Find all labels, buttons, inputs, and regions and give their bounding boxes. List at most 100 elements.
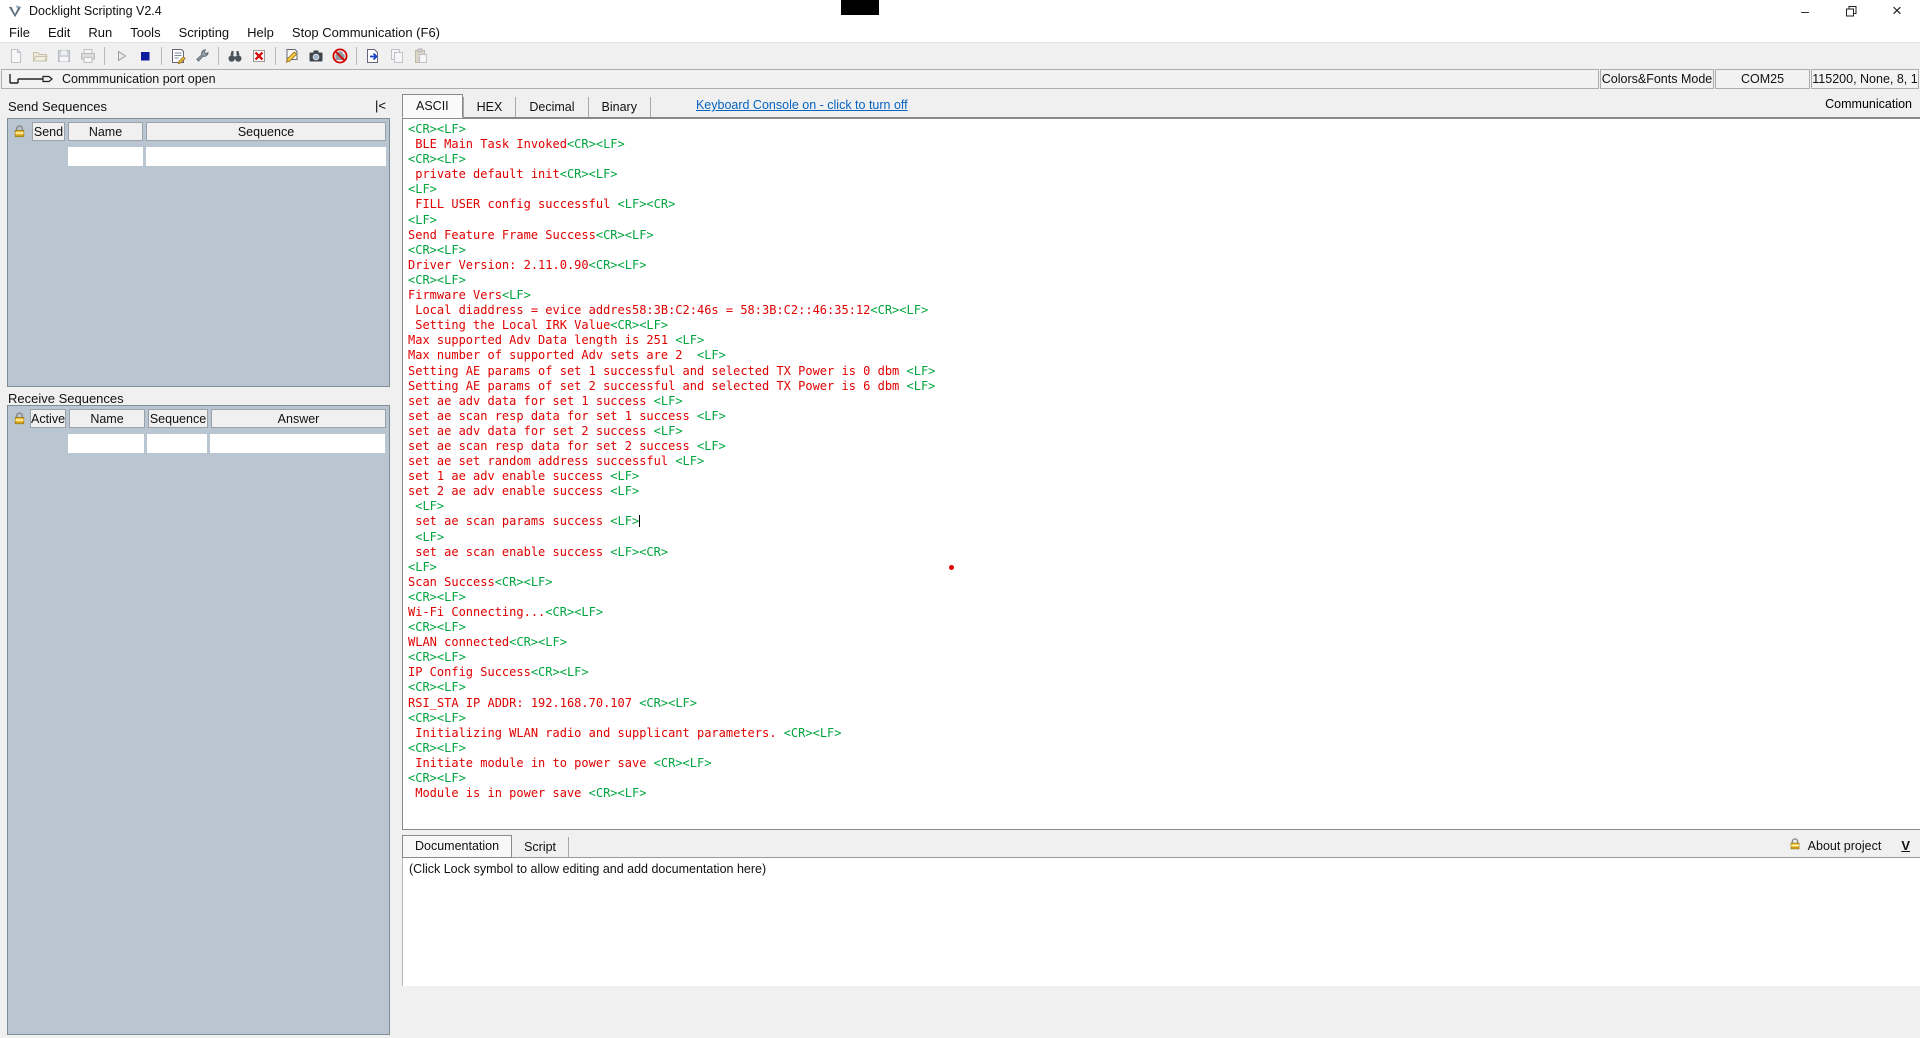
- terminal-line: set ae scan resp data for set 1 success …: [408, 409, 1920, 424]
- menu-item[interactable]: File: [0, 23, 39, 42]
- receive-sequences-table: ActiveNameSequenceAnswer: [7, 405, 390, 1035]
- com-parameters-panel[interactable]: 115200, None, 8, 1: [1811, 69, 1919, 89]
- close-button[interactable]: ×: [1874, 0, 1920, 22]
- run-script-button[interactable]: [109, 45, 133, 67]
- tab-hex[interactable]: HEX: [463, 97, 517, 117]
- stop-communication-button[interactable]: [328, 45, 352, 67]
- terminal-line: RSI_STA IP ADDR: 192.168.70.107 <CR><LF>: [408, 696, 1920, 711]
- export-data-button[interactable]: [361, 45, 385, 67]
- receive-table-header: ActiveNameSequenceAnswer: [30, 409, 389, 428]
- terminal-line: Firmware Vers<LF>: [408, 288, 1920, 303]
- colors-fonts-mode-panel[interactable]: Colors&Fonts Mode: [1600, 69, 1714, 89]
- terminal-line: <CR><LF>: [408, 273, 1920, 288]
- send-column-header[interactable]: Sequence: [146, 122, 386, 141]
- receive-column-header[interactable]: Name: [69, 409, 145, 428]
- terminal-line: Setting the Local IRK Value<CR><LF>: [408, 318, 1920, 333]
- receive-answer-input[interactable]: [210, 434, 385, 453]
- project-settings-button[interactable]: [166, 45, 190, 67]
- terminal-line: <CR><LF>: [408, 122, 1920, 137]
- terminal-line: Scan Success<CR><LF>: [408, 575, 1920, 590]
- terminal-line: Local diaddress = evice addres58:3B:C2:4…: [408, 303, 1920, 318]
- menu-item[interactable]: Help: [238, 23, 283, 42]
- terminal-output: <CR><LF> BLE Main Task Invoked<CR><LF><C…: [408, 122, 1920, 801]
- terminal-panel[interactable]: <CR><LF> BLE Main Task Invoked<CR><LF><C…: [402, 118, 1920, 830]
- terminal-line: <CR><LF>: [408, 711, 1920, 726]
- documentation-lock-icon[interactable]: [1788, 837, 1802, 854]
- save-file-button[interactable]: [52, 45, 76, 67]
- terminal-line: Module is in power save <CR><LF>: [408, 786, 1920, 801]
- restore-icon: [1846, 6, 1857, 17]
- open-file-button[interactable]: [28, 45, 52, 67]
- terminal-line: <CR><LF>: [408, 590, 1920, 605]
- terminal-line: set ae adv data for set 2 success <LF>: [408, 424, 1920, 439]
- terminal-line: private default init<CR><LF>: [408, 167, 1920, 182]
- copy-button[interactable]: [385, 45, 409, 67]
- terminal-line: Initializing WLAN radio and supplicant p…: [408, 726, 1920, 741]
- edit-mode-button[interactable]: [280, 45, 304, 67]
- menu-item[interactable]: Scripting: [170, 23, 239, 42]
- menu-item[interactable]: Tools: [121, 23, 169, 42]
- print-button[interactable]: [76, 45, 100, 67]
- terminal-line: <LF>: [408, 499, 1920, 514]
- send-sequence-input[interactable]: [146, 147, 386, 166]
- restore-button[interactable]: [1828, 0, 1874, 22]
- receive-column-header[interactable]: Active: [30, 409, 66, 428]
- keyboard-console-link[interactable]: Keyboard Console on - click to turn off: [696, 98, 908, 112]
- toolbar-separator: [104, 47, 105, 65]
- minimize-button[interactable]: –: [1782, 0, 1828, 22]
- send-lock-icon[interactable]: [12, 124, 32, 139]
- find-sequence-button[interactable]: [223, 45, 247, 67]
- documentation-area[interactable]: (Click Lock symbol to allow editing and …: [402, 858, 1920, 986]
- stop-script-button[interactable]: [133, 45, 157, 67]
- receive-column-header[interactable]: Sequence: [148, 409, 208, 428]
- terminal-line: set ae adv data for set 1 success <LF>: [408, 394, 1920, 409]
- receive-column-header[interactable]: Answer: [211, 409, 386, 428]
- receive-sequence-input[interactable]: [147, 434, 207, 453]
- sidebar-collapse-button[interactable]: |<: [372, 97, 389, 114]
- tab-decimal[interactable]: Decimal: [516, 97, 588, 117]
- send-table-header: SendNameSequence: [32, 122, 389, 141]
- terminal-line: WLAN connected<CR><LF>: [408, 635, 1920, 650]
- terminal-line: Setting AE params of set 1 successful an…: [408, 364, 1920, 379]
- menu-item[interactable]: Stop Communication (F6): [283, 23, 449, 42]
- terminal-line: Send Feature Frame Success<CR><LF>: [408, 228, 1920, 243]
- tab-documentation[interactable]: Documentation: [402, 835, 512, 858]
- new-file-button[interactable]: [4, 45, 28, 67]
- com-port-panel[interactable]: COM25: [1715, 69, 1810, 89]
- toolbar-separator: [356, 47, 357, 65]
- send-name-input[interactable]: [68, 147, 143, 166]
- window-controls: – ×: [1782, 0, 1920, 22]
- receive-lock-icon[interactable]: [12, 411, 30, 426]
- communication-label: Communication: [1825, 97, 1912, 111]
- tab-binary[interactable]: Binary: [589, 97, 651, 117]
- receive-name-input[interactable]: [68, 434, 144, 453]
- menu-item[interactable]: Run: [79, 23, 121, 42]
- stray-red-dot: [949, 565, 954, 570]
- terminal-line: <LF>: [408, 213, 1920, 228]
- about-project-link[interactable]: About project: [1808, 839, 1882, 853]
- paste-button[interactable]: [409, 45, 433, 67]
- snapshot-button[interactable]: [304, 45, 328, 67]
- terminal-line: set 1 ae adv enable success <LF>: [408, 469, 1920, 484]
- options-wrench-button[interactable]: [190, 45, 214, 67]
- terminal-line: <LF>: [408, 530, 1920, 545]
- terminal-line: <LF>: [408, 182, 1920, 197]
- send-column-header[interactable]: Name: [68, 122, 143, 141]
- tab-ascii[interactable]: ASCII: [402, 94, 463, 118]
- terminal-line: set ae scan enable success <LF><CR>: [408, 545, 1920, 560]
- panel-collapse-button[interactable]: V: [1901, 838, 1910, 853]
- receive-sequences-title: Receive Sequences: [8, 391, 124, 406]
- docklight-window: { "window": { "title": "Docklight Script…: [0, 0, 1920, 1038]
- tab-script[interactable]: Script: [512, 837, 569, 857]
- toolbar: [0, 42, 1920, 68]
- terminal-line: <CR><LF>: [408, 152, 1920, 167]
- clear-display-button[interactable]: [247, 45, 271, 67]
- terminal-line: <CR><LF>: [408, 771, 1920, 786]
- status-message: Commmunication port open: [62, 72, 216, 86]
- menu-item[interactable]: Edit: [39, 23, 79, 42]
- terminal-line: FILL USER config successful <LF><CR>: [408, 197, 1920, 212]
- send-column-header[interactable]: Send: [32, 122, 65, 141]
- terminal-line: Initiate module in to power save <CR><LF…: [408, 756, 1920, 771]
- documentation-tab-strip: Documentation Script About project V: [402, 835, 1920, 858]
- documentation-placeholder: (Click Lock symbol to allow editing and …: [409, 862, 766, 876]
